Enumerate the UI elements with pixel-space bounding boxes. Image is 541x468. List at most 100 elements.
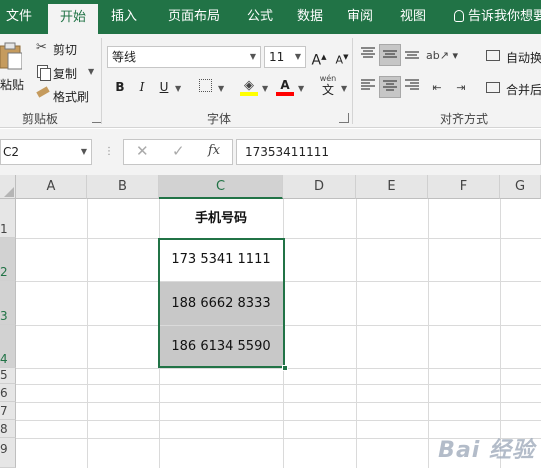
align-middle-icon (383, 50, 397, 58)
fill-handle[interactable] (282, 365, 288, 371)
column-header-b[interactable]: B (87, 175, 159, 199)
column-header-a[interactable]: A (16, 175, 87, 199)
tab-insert[interactable]: 插入 (103, 0, 145, 34)
name-box[interactable]: C2 ▼ (0, 139, 92, 165)
chevron-down-icon: ▼ (262, 84, 269, 93)
phonetic-char-label: 文 (321, 83, 334, 97)
row-header-2[interactable]: 2 (0, 238, 16, 281)
watermark: Bai 经验 (438, 438, 535, 463)
cancel-icon[interactable]: ✕ (136, 142, 149, 160)
font-color-swatch (276, 92, 294, 96)
ribbon-tab-bar: 文件 开始 插入 页面布局 公式 数据 审阅 视图 告诉我你想要 (0, 0, 541, 34)
chevron-down-icon: ▼ (294, 52, 301, 61)
orientation-button[interactable]: ab↗ ▾ (426, 44, 458, 66)
column-header-c[interactable]: C (159, 175, 283, 199)
tell-me-box[interactable]: 告诉我你想要 (454, 0, 541, 34)
select-all-triangle-icon (4, 187, 14, 197)
font-color-a-icon: A (280, 78, 290, 92)
align-bottom-button[interactable] (401, 44, 423, 66)
insert-function-button[interactable]: fx (208, 143, 220, 158)
wrap-text-icon (486, 50, 500, 61)
merge-center-button[interactable]: 合并后 (484, 78, 541, 98)
align-middle-button[interactable] (379, 44, 401, 66)
alignment-group-label: 对齐方式 (440, 112, 489, 126)
enter-check-icon[interactable]: ✓ (172, 142, 185, 160)
select-all-corner[interactable] (0, 175, 16, 199)
row-header-1[interactable]: 1 (0, 199, 16, 238)
align-center-button[interactable] (379, 76, 401, 98)
underline-button[interactable]: U (153, 76, 175, 98)
row-header-9[interactable]: 9 (0, 438, 16, 468)
increase-font-size-button[interactable]: A▲ (308, 46, 330, 69)
tab-view[interactable]: 视图 (393, 0, 433, 34)
formula-bar-grip-icon[interactable]: ⋮ (104, 146, 114, 157)
row-header-4[interactable]: 4 (0, 325, 16, 368)
font-color-button[interactable]: A (274, 74, 296, 96)
decrease-indent-button[interactable]: ⇤ (426, 76, 448, 98)
outdent-icon: ⇤ (432, 81, 442, 94)
worksheet-grid[interactable]: A B C D E F G 1 2 3 4 5 6 7 8 9 手机号码 173… (0, 175, 541, 468)
name-box-value: C2 (3, 145, 20, 159)
align-left-button[interactable] (357, 76, 379, 98)
format-painter-label: 格式刷 (53, 90, 90, 104)
column-header-d[interactable]: D (283, 175, 356, 199)
cut-label: 剪切 (53, 43, 78, 57)
decrease-font-size-button[interactable]: A▼ (331, 46, 353, 68)
paste-button[interactable]: 粘贴 (0, 38, 28, 104)
tab-review[interactable]: 审阅 (340, 0, 380, 34)
row-header-6[interactable]: 6 (0, 384, 16, 402)
ribbon-home: 粘贴 ✂ 剪切 复制 ▼ 格式刷 剪贴板 等线 ▼ 11 ▼ A▲ A▼ B I… (0, 34, 541, 128)
phonetic-pinyin-label: wén (319, 74, 337, 83)
align-top-icon (361, 47, 375, 58)
row-header-5[interactable]: 5 (0, 368, 16, 384)
row-header-8[interactable]: 8 (0, 420, 16, 438)
column-header-f[interactable]: F (428, 175, 500, 199)
cut-button[interactable]: ✂ 剪切 (36, 40, 86, 58)
copy-button[interactable]: 复制 ▼ (36, 63, 98, 81)
chevron-down-icon: ▼ (298, 84, 305, 93)
gridline (16, 402, 541, 403)
tab-home[interactable]: 开始 (48, 4, 98, 34)
bold-button[interactable]: B (109, 76, 131, 98)
merge-cells-icon (486, 82, 500, 93)
borders-button[interactable] (194, 76, 216, 98)
lightbulb-icon (454, 10, 464, 22)
gridline (16, 384, 541, 385)
group-divider (352, 38, 353, 124)
chevron-down-icon: ▼ (175, 84, 182, 93)
font-size-combo[interactable]: 11 ▼ (264, 46, 306, 68)
align-top-button[interactable] (357, 44, 379, 66)
column-header-e[interactable]: E (356, 175, 428, 199)
row-header-3[interactable]: 3 (0, 281, 16, 325)
chevron-down-icon: ▼ (341, 84, 348, 93)
tell-me-label: 告诉我你想要 (468, 9, 541, 24)
align-right-icon (405, 79, 419, 90)
formula-buttons-box: ✕ ✓ fx (123, 139, 233, 165)
column-header-g[interactable]: G (500, 175, 541, 199)
tab-formulas[interactable]: 公式 (240, 0, 280, 34)
format-painter-button[interactable]: 格式刷 (36, 86, 96, 104)
cell-c1[interactable]: 手机号码 (159, 199, 283, 238)
row-header-7[interactable]: 7 (0, 402, 16, 420)
group-divider (101, 38, 102, 124)
tab-file[interactable]: 文件 (0, 0, 38, 34)
font-name-combo[interactable]: 等线 ▼ (107, 46, 261, 68)
gridline (428, 199, 429, 468)
phonetic-guide-button[interactable]: wén 文 (317, 74, 339, 100)
merge-center-label: 合并后 (506, 83, 541, 97)
align-right-button[interactable] (401, 76, 423, 98)
gridline (500, 199, 501, 468)
align-bottom-icon (405, 51, 419, 59)
formula-input-value: 17353411111 (245, 145, 329, 159)
font-group-label: 字体 (207, 112, 232, 126)
gridline (87, 199, 88, 468)
wrap-text-button[interactable]: 自动换 (484, 46, 541, 66)
increase-indent-button[interactable]: ⇥ (450, 76, 472, 98)
formula-input[interactable]: 17353411111 (236, 139, 541, 165)
gridline (356, 199, 357, 468)
italic-button[interactable]: I (131, 76, 153, 98)
font-dialog-launcher[interactable] (339, 113, 349, 123)
fill-color-button[interactable]: ◈ (238, 74, 260, 96)
tab-data[interactable]: 数据 (290, 0, 330, 34)
tab-page-layout[interactable]: 页面布局 (158, 0, 230, 34)
